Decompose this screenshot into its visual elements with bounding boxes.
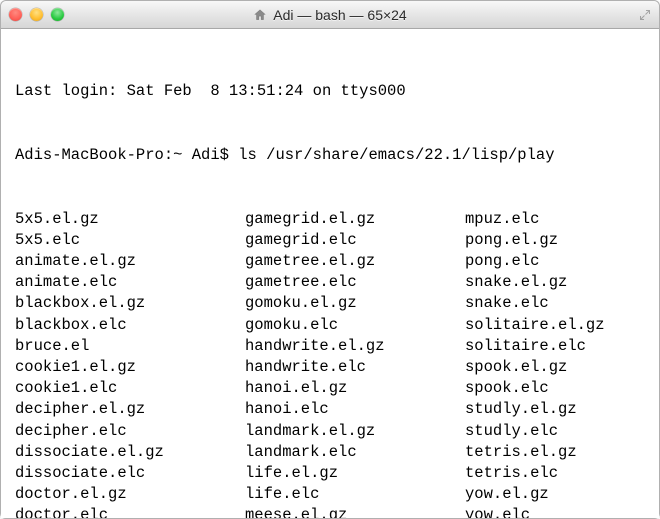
file-name: gomoku.elc <box>245 315 465 336</box>
file-name: pong.el.gz <box>465 230 647 251</box>
file-name: handwrite.elc <box>245 357 465 378</box>
file-name: solitaire.elc <box>465 336 647 357</box>
file-name: handwrite.el.gz <box>245 336 465 357</box>
file-name: gametree.el.gz <box>245 251 465 272</box>
file-name: cookie1.elc <box>15 378 245 399</box>
file-name: gamegrid.elc <box>245 230 465 251</box>
file-name: landmark.el.gz <box>245 421 465 442</box>
file-listing: 5x5.el.gzgamegrid.el.gzmpuz.elc5x5.elcga… <box>15 209 647 518</box>
file-name: snake.elc <box>465 293 647 314</box>
file-name: life.el.gz <box>245 463 465 484</box>
file-name: mpuz.elc <box>465 209 647 230</box>
file-name: 5x5.el.gz <box>15 209 245 230</box>
file-name: doctor.elc <box>15 505 245 518</box>
terminal-output[interactable]: Last login: Sat Feb 8 13:51:24 on ttys00… <box>1 29 659 518</box>
file-name: studly.elc <box>465 421 647 442</box>
listing-row: cookie1.elchanoi.el.gzspook.elc <box>15 378 647 399</box>
file-name: blackbox.el.gz <box>15 293 245 314</box>
last-login-line: Last login: Sat Feb 8 13:51:24 on ttys00… <box>15 81 647 102</box>
terminal-window: Adi — bash — 65×24 Last login: Sat Feb 8… <box>0 0 660 519</box>
file-name: dissociate.el.gz <box>15 442 245 463</box>
file-name: hanoi.elc <box>245 399 465 420</box>
listing-row: 5x5.el.gzgamegrid.el.gzmpuz.elc <box>15 209 647 230</box>
file-name: blackbox.elc <box>15 315 245 336</box>
listing-row: decipher.elclandmark.el.gzstudly.elc <box>15 421 647 442</box>
listing-row: animate.el.gzgametree.el.gzpong.elc <box>15 251 647 272</box>
listing-row: dissociate.elclife.el.gztetris.elc <box>15 463 647 484</box>
file-name: meese.el.gz <box>245 505 465 518</box>
listing-row: bruce.elhandwrite.el.gzsolitaire.elc <box>15 336 647 357</box>
titlebar[interactable]: Adi — bash — 65×24 <box>1 1 659 29</box>
expand-icon[interactable] <box>639 9 651 21</box>
file-name: tetris.elc <box>465 463 647 484</box>
listing-row: dissociate.el.gzlandmark.elctetris.el.gz <box>15 442 647 463</box>
file-name: landmark.elc <box>245 442 465 463</box>
listing-row: doctor.elcmeese.el.gzyow.elc <box>15 505 647 518</box>
listing-row: doctor.el.gzlife.elcyow.el.gz <box>15 484 647 505</box>
file-name: snake.el.gz <box>465 272 647 293</box>
command-line: Adis-MacBook-Pro:~ Adi$ ls /usr/share/em… <box>15 145 647 166</box>
prompt: Adis-MacBook-Pro:~ Adi$ <box>15 146 229 164</box>
file-name: tetris.el.gz <box>465 442 647 463</box>
file-name: yow.el.gz <box>465 484 647 505</box>
file-name: pong.elc <box>465 251 647 272</box>
listing-row: cookie1.el.gzhandwrite.elcspook.el.gz <box>15 357 647 378</box>
file-name: decipher.elc <box>15 421 245 442</box>
command-text: ls /usr/share/emacs/22.1/lisp/play <box>238 146 554 164</box>
file-name: gomoku.el.gz <box>245 293 465 314</box>
window-title-text: Adi — bash — 65×24 <box>273 7 406 23</box>
file-name: bruce.el <box>15 336 245 357</box>
minimize-icon[interactable] <box>30 8 43 21</box>
window-controls <box>9 8 64 21</box>
zoom-icon[interactable] <box>51 8 64 21</box>
file-name: decipher.el.gz <box>15 399 245 420</box>
listing-row: 5x5.elcgamegrid.elcpong.el.gz <box>15 230 647 251</box>
home-icon <box>253 8 267 22</box>
listing-row: blackbox.el.gzgomoku.el.gzsnake.elc <box>15 293 647 314</box>
listing-row: blackbox.elcgomoku.elcsolitaire.el.gz <box>15 315 647 336</box>
file-name: gametree.elc <box>245 272 465 293</box>
file-name: dissociate.elc <box>15 463 245 484</box>
close-icon[interactable] <box>9 8 22 21</box>
file-name: 5x5.elc <box>15 230 245 251</box>
file-name: life.elc <box>245 484 465 505</box>
listing-row: decipher.el.gzhanoi.elcstudly.el.gz <box>15 399 647 420</box>
file-name: spook.elc <box>465 378 647 399</box>
file-name: spook.el.gz <box>465 357 647 378</box>
file-name: animate.elc <box>15 272 245 293</box>
file-name: cookie1.el.gz <box>15 357 245 378</box>
file-name: solitaire.el.gz <box>465 315 647 336</box>
file-name: gamegrid.el.gz <box>245 209 465 230</box>
listing-row: animate.elcgametree.elcsnake.el.gz <box>15 272 647 293</box>
file-name: doctor.el.gz <box>15 484 245 505</box>
file-name: hanoi.el.gz <box>245 378 465 399</box>
file-name: yow.elc <box>465 505 647 518</box>
file-name: studly.el.gz <box>465 399 647 420</box>
file-name: animate.el.gz <box>15 251 245 272</box>
window-title: Adi — bash — 65×24 <box>1 7 659 23</box>
